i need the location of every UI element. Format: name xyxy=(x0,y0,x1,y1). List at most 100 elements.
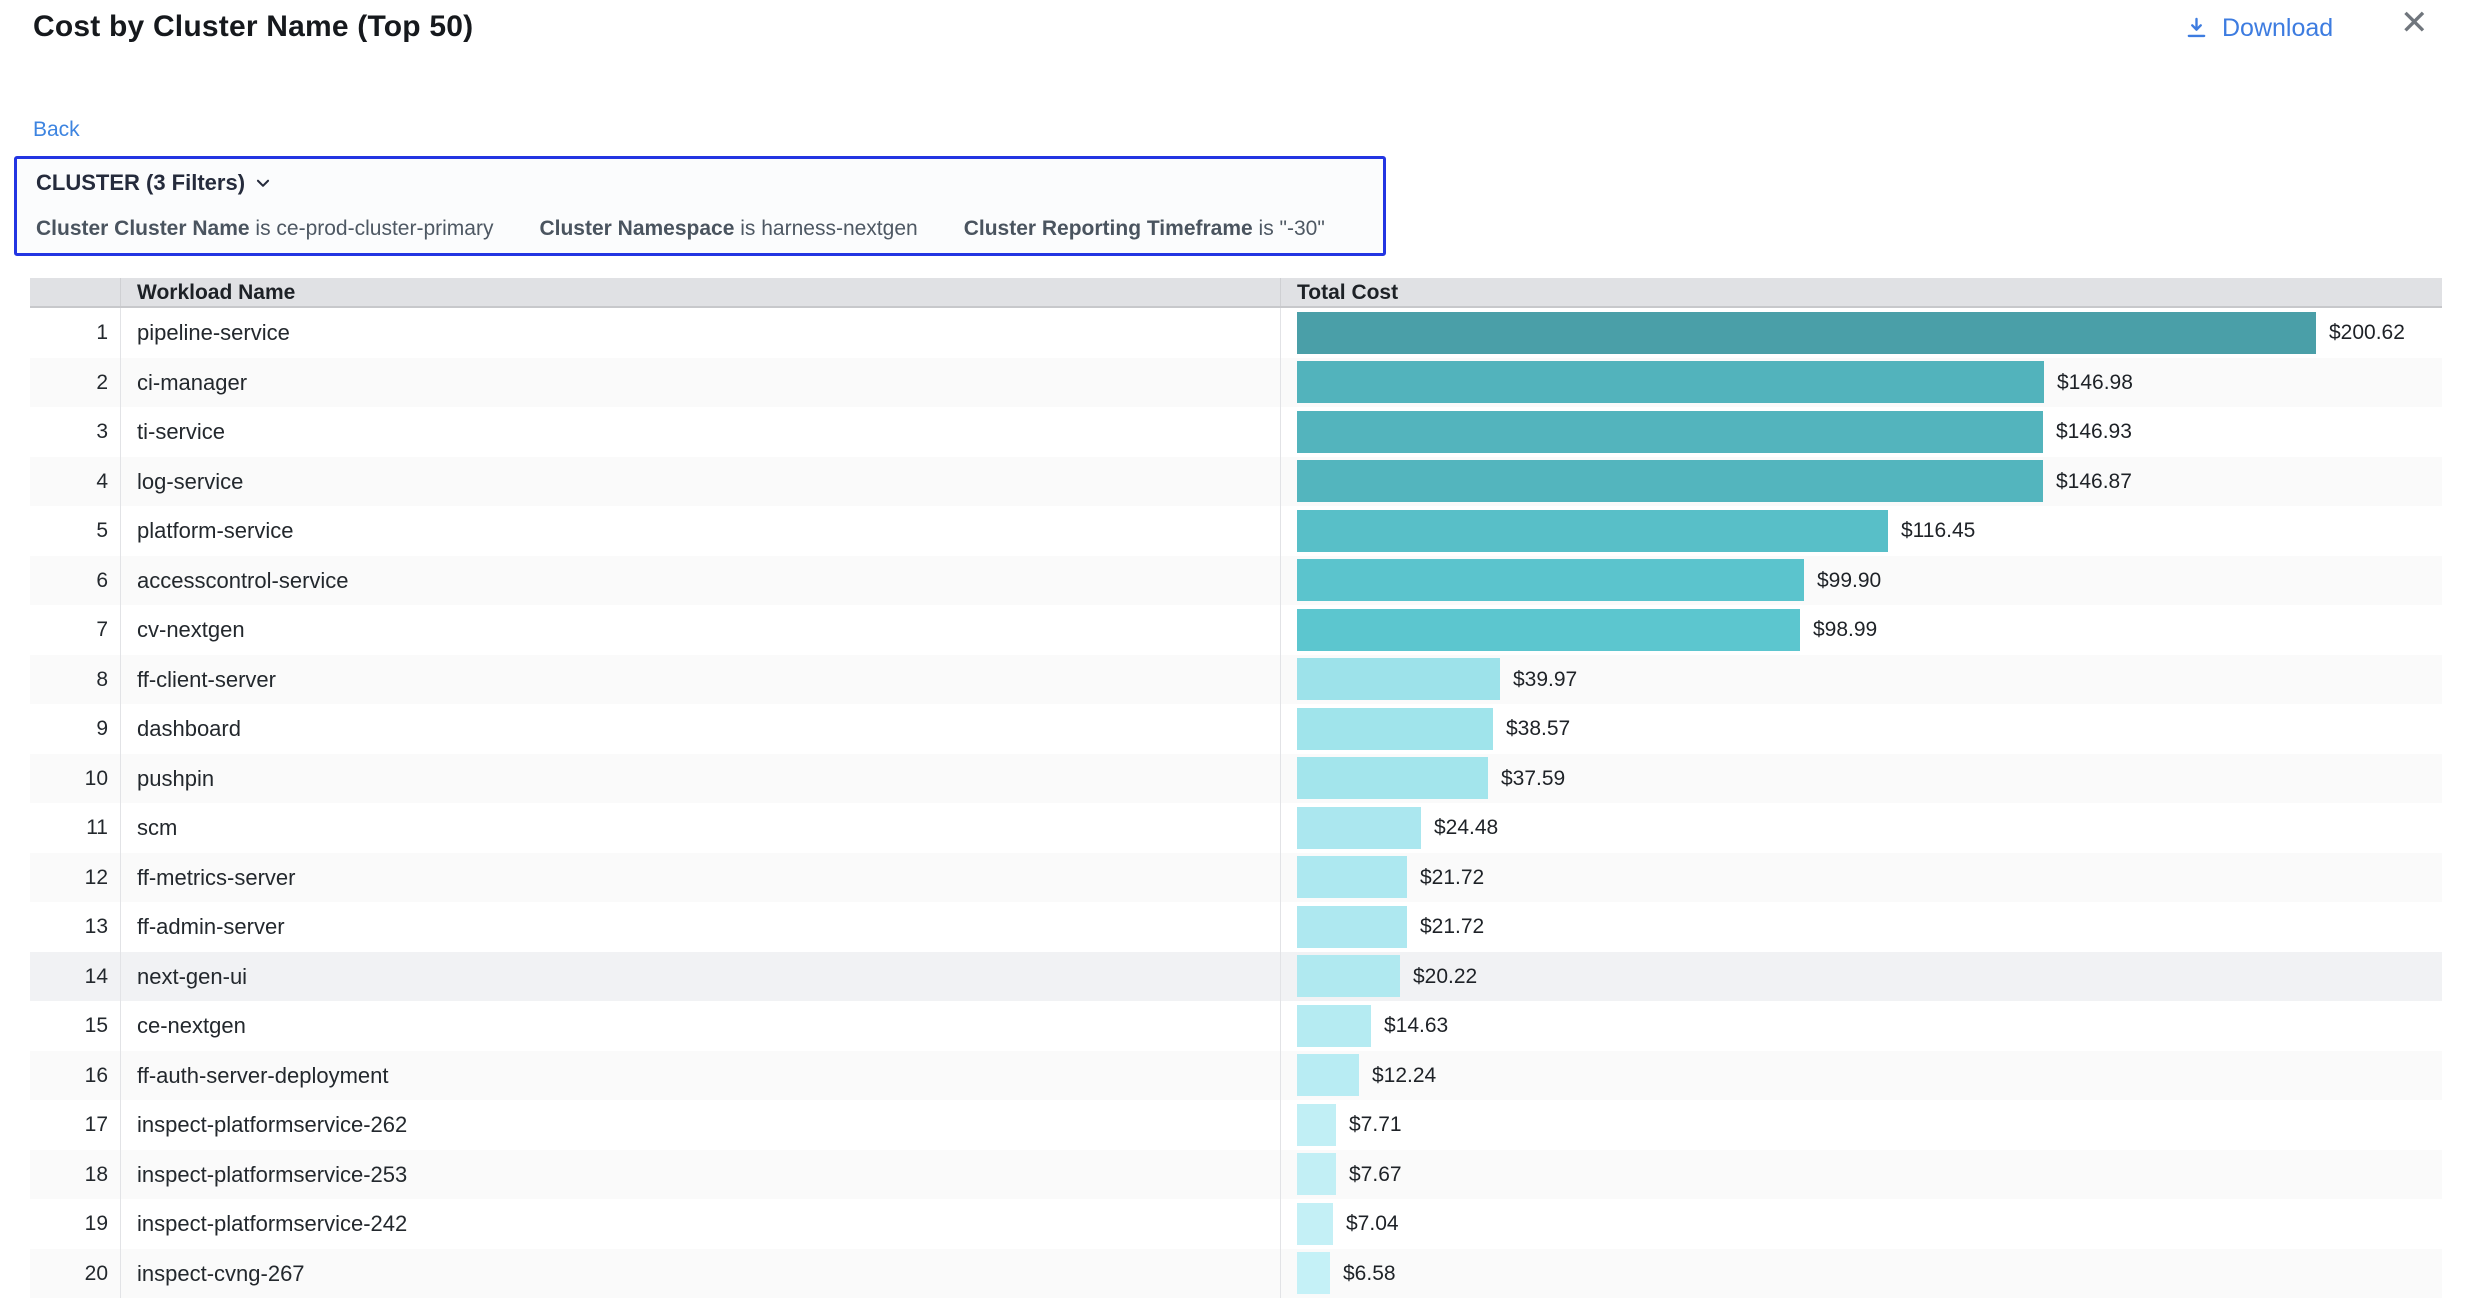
column-divider xyxy=(1280,457,1281,507)
cost-value: $6.58 xyxy=(1343,1249,1396,1299)
row-index: 5 xyxy=(30,506,108,556)
column-divider xyxy=(120,853,121,903)
workload-name: cv-nextgen xyxy=(137,605,245,655)
table-row[interactable]: 6 accesscontrol-service $99.90 xyxy=(30,556,2442,606)
download-button[interactable]: Download xyxy=(2183,14,2333,43)
filter-field: Cluster Cluster Name xyxy=(36,217,250,240)
column-divider xyxy=(120,1249,121,1299)
column-divider xyxy=(1280,1051,1281,1101)
cost-bar xyxy=(1297,1153,1336,1195)
table-row[interactable]: 14 next-gen-ui $20.22 xyxy=(30,952,2442,1002)
column-divider xyxy=(1280,754,1281,804)
workload-name: accesscontrol-service xyxy=(137,556,349,606)
cost-bar xyxy=(1297,312,2316,354)
cost-bar xyxy=(1297,1054,1359,1096)
column-divider xyxy=(120,1199,121,1249)
column-divider xyxy=(1280,308,1281,358)
column-divider xyxy=(1280,278,1281,306)
workload-name: inspect-platformservice-242 xyxy=(137,1199,407,1249)
column-divider xyxy=(120,457,121,507)
table-row[interactable]: 20 inspect-cvng-267 $6.58 xyxy=(30,1249,2442,1299)
row-index: 19 xyxy=(30,1199,108,1249)
back-link[interactable]: Back xyxy=(33,118,80,142)
table-row[interactable]: 7 cv-nextgen $98.99 xyxy=(30,605,2442,655)
cost-bar xyxy=(1297,955,1400,997)
filter-field: Cluster Reporting Timeframe xyxy=(964,217,1253,240)
chevron-down-icon xyxy=(254,174,272,192)
row-index: 18 xyxy=(30,1150,108,1200)
workload-name: ff-client-server xyxy=(137,655,276,705)
row-index: 12 xyxy=(30,853,108,903)
close-icon[interactable]: ✕ xyxy=(2400,6,2429,40)
row-index: 11 xyxy=(30,803,108,853)
column-divider xyxy=(120,1051,121,1101)
column-divider xyxy=(1280,556,1281,606)
cost-value: $14.63 xyxy=(1384,1001,1448,1051)
cost-bar xyxy=(1297,1252,1330,1294)
filter-reporting-timeframe: Cluster Reporting Timeframe is "-30" xyxy=(964,217,1325,241)
column-header-workload-name: Workload Name xyxy=(137,281,295,305)
column-divider xyxy=(120,556,121,606)
column-divider xyxy=(120,506,121,556)
row-index: 2 xyxy=(30,358,108,408)
download-label: Download xyxy=(2222,14,2333,43)
row-index: 8 xyxy=(30,655,108,705)
table-row[interactable]: 15 ce-nextgen $14.63 xyxy=(30,1001,2442,1051)
cost-bar xyxy=(1297,757,1488,799)
cost-bar xyxy=(1297,1203,1333,1245)
table-row[interactable]: 19 inspect-platformservice-242 $7.04 xyxy=(30,1199,2442,1249)
cost-bar xyxy=(1297,559,1804,601)
cost-bar xyxy=(1297,460,2043,502)
column-divider xyxy=(1280,952,1281,1002)
cost-value: $99.90 xyxy=(1817,556,1881,606)
cost-value: $98.99 xyxy=(1813,605,1877,655)
table-row[interactable]: 8 ff-client-server $39.97 xyxy=(30,655,2442,705)
column-divider xyxy=(120,605,121,655)
cost-value: $21.72 xyxy=(1420,853,1484,903)
table-row[interactable]: 1 pipeline-service $200.62 xyxy=(30,308,2442,358)
column-divider xyxy=(1280,902,1281,952)
cost-bar xyxy=(1297,411,2043,453)
column-divider xyxy=(120,655,121,705)
row-index: 1 xyxy=(30,308,108,358)
cost-bar xyxy=(1297,609,1800,651)
workload-name: ti-service xyxy=(137,407,225,457)
workload-name: ce-nextgen xyxy=(137,1001,246,1051)
table-row[interactable]: 13 ff-admin-server $21.72 xyxy=(30,902,2442,952)
cost-bar xyxy=(1297,1104,1336,1146)
cluster-filter-panel: CLUSTER (3 Filters) Cluster Cluster Name… xyxy=(14,156,1386,256)
row-index: 14 xyxy=(30,952,108,1002)
cluster-filter-expander[interactable]: CLUSTER (3 Filters) xyxy=(36,170,272,196)
column-divider xyxy=(1280,704,1281,754)
filter-list: Cluster Cluster Name is ce-prod-cluster-… xyxy=(36,217,1325,241)
table-row[interactable]: 9 dashboard $38.57 xyxy=(30,704,2442,754)
cost-value: $24.48 xyxy=(1434,803,1498,853)
table-row[interactable]: 17 inspect-platformservice-262 $7.71 xyxy=(30,1100,2442,1150)
table-row[interactable]: 18 inspect-platformservice-253 $7.67 xyxy=(30,1150,2442,1200)
workload-name: ff-metrics-server xyxy=(137,853,296,903)
cost-bar xyxy=(1297,906,1407,948)
workload-name: inspect-cvng-267 xyxy=(137,1249,305,1299)
table-row[interactable]: 3 ti-service $146.93 xyxy=(30,407,2442,457)
column-divider xyxy=(1280,605,1281,655)
table-body: 1 pipeline-service $200.62 2 ci-manager … xyxy=(30,308,2442,1298)
workload-name: ff-auth-server-deployment xyxy=(137,1051,389,1101)
cost-value: $20.22 xyxy=(1413,952,1477,1002)
table-row[interactable]: 5 platform-service $116.45 xyxy=(30,506,2442,556)
cost-bar xyxy=(1297,658,1500,700)
cost-table: Workload Name Total Cost 1 pipeline-serv… xyxy=(30,278,2442,1298)
table-row[interactable]: 2 ci-manager $146.98 xyxy=(30,358,2442,408)
row-index: 9 xyxy=(30,704,108,754)
column-divider xyxy=(1280,358,1281,408)
table-row[interactable]: 4 log-service $146.87 xyxy=(30,457,2442,507)
row-index: 13 xyxy=(30,902,108,952)
table-row[interactable]: 11 scm $24.48 xyxy=(30,803,2442,853)
column-divider xyxy=(120,358,121,408)
column-divider xyxy=(1280,655,1281,705)
table-row[interactable]: 10 pushpin $37.59 xyxy=(30,754,2442,804)
workload-name: next-gen-ui xyxy=(137,952,247,1002)
table-row[interactable]: 16 ff-auth-server-deployment $12.24 xyxy=(30,1051,2442,1101)
table-row[interactable]: 12 ff-metrics-server $21.72 xyxy=(30,853,2442,903)
workload-name: pipeline-service xyxy=(137,308,290,358)
cost-value: $146.98 xyxy=(2057,358,2133,408)
